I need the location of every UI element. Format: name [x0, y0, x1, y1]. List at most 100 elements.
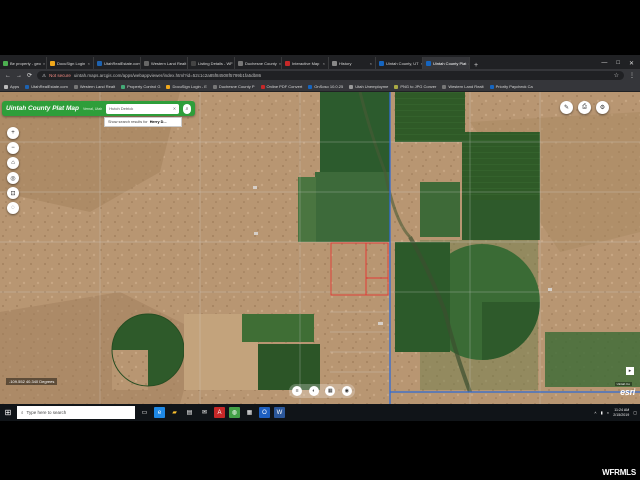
bookmark-item[interactable]: Priority Paycheck Ca — [489, 84, 533, 89]
back-icon[interactable]: ← — [5, 73, 11, 79]
basemap-icon[interactable]: ◐ — [308, 386, 319, 396]
edge-icon[interactable]: e — [154, 407, 165, 418]
grid-icon[interactable]: ▦ — [325, 386, 336, 396]
chevron-up-icon[interactable]: ˄ — [594, 410, 596, 415]
tab-favicon-icon — [238, 60, 243, 66]
wrench-icon[interactable]: ⚙ — [596, 101, 609, 114]
bookmark-label: Duchesne County P — [218, 84, 255, 89]
browser-tab[interactable]: Listing Details - WF× — [188, 57, 235, 69]
search-icon[interactable]: ⌕ — [183, 103, 191, 114]
network-icon[interactable]: ▮ — [601, 410, 603, 415]
eye-icon[interactable]: ◉ — [341, 386, 352, 396]
word-icon[interactable]: W — [274, 407, 285, 418]
bookmark-favicon-icon — [166, 84, 171, 89]
zoom-out-button[interactable]: − — [7, 142, 19, 154]
clock[interactable]: 11:24 AM 2/15/2019 — [613, 408, 629, 418]
maximize-button[interactable]: □ — [616, 60, 620, 67]
bookmark-label: UtahRealEstate.com — [31, 84, 68, 89]
acrobat-icon[interactable]: A — [214, 407, 225, 418]
bookmark-item[interactable]: UtahRealEstate.com — [25, 84, 68, 89]
aerial-imagery[interactable] — [0, 92, 640, 404]
forward-icon[interactable]: → — [16, 73, 22, 79]
my-location-icon[interactable]: ◌ — [7, 202, 19, 214]
notifications-icon[interactable]: ▢ — [633, 410, 637, 415]
bookmark-label: Priority Paycheck Ca — [495, 84, 533, 89]
address-bar-row: ← → ⟳ ⚠ Not secure uintah.maps.arcgis.co… — [0, 69, 640, 82]
bookmark-item[interactable]: Apps — [4, 84, 19, 89]
edit-icon[interactable]: ✎ — [560, 101, 573, 114]
browser-tab[interactable]: Western Land Realt× — [141, 57, 188, 69]
zoom-in-button[interactable]: + — [7, 127, 19, 139]
map-view[interactable]: Uintah County Plat Map Vernal, Utah Hutc… — [0, 92, 640, 404]
tab-label: Uintah County Plat — [433, 60, 467, 66]
bookmark-label: Property Control G — [127, 84, 161, 89]
system-tray: ˄ ▮ ◖ 11:24 AM 2/15/2019 ▢ — [594, 408, 637, 418]
mail-icon[interactable]: ✉ — [199, 407, 210, 418]
search-input[interactable]: Hutch Detrick ✕ — [106, 103, 180, 114]
reload-icon[interactable]: ⟳ — [27, 72, 32, 79]
file-explorer-icon[interactable]: ▰ — [169, 407, 180, 418]
measure-icon[interactable]: ⊡ — [7, 187, 19, 199]
close-button[interactable]: ✕ — [629, 60, 634, 67]
bookmarks-bar: Apps UtahRealEstate.com Western Land Realt… — [0, 82, 640, 92]
bookmark-item[interactable]: Duchesne County P — [212, 84, 255, 89]
browser-tab[interactable]: UtahRealEstate.com× — [94, 57, 141, 69]
new-tab-button[interactable]: + — [470, 62, 482, 69]
url-field[interactable]: ⚠ Not secure uintah.maps.arcgis.com/apps… — [37, 71, 624, 80]
bookmark-item[interactable]: Utah Unemployme — [349, 84, 388, 89]
browser-tab[interactable]: Interactive Map × — [282, 57, 329, 69]
bookmark-item[interactable]: DocuSign Login - E — [166, 84, 207, 89]
bookmark-item[interactable]: Western Land Realt — [442, 84, 484, 89]
bookmark-star-icon[interactable]: ☆ — [614, 72, 619, 79]
calculator-icon[interactable]: ▦ — [244, 407, 255, 418]
bookmark-item[interactable]: Western Land Realt — [73, 84, 115, 89]
bookmark-item[interactable]: Property Control G — [121, 84, 160, 89]
bookmark-favicon-icon — [4, 84, 8, 89]
windows-start-icon[interactable]: ⊞ — [3, 408, 13, 418]
menu-dots-icon[interactable]: ⋮ — [629, 72, 635, 79]
tab-close-icon[interactable]: × — [88, 61, 90, 66]
taskbar: ⊞ ⌕ Type here to search ▭ e ▰ ▤ ✉ A ◍ ▦ … — [0, 404, 640, 421]
attribution-text: Uintah Co — [614, 382, 632, 386]
tab-close-icon[interactable]: × — [279, 61, 281, 66]
browser-tab[interactable]: History × — [329, 57, 376, 69]
layers-icon[interactable]: ≡ — [292, 386, 303, 396]
print-icon[interactable]: ⎙ — [578, 101, 591, 114]
bookmark-favicon-icon — [25, 84, 30, 89]
search-suggestion[interactable]: Show search results for Herry D... — [104, 117, 182, 127]
tab-favicon-icon — [144, 60, 149, 66]
url-text: uintah.maps.arcgis.com/apps/webappviewer… — [73, 73, 262, 78]
browser-tab[interactable]: Be property - geo × — [0, 57, 47, 69]
tab-favicon-icon — [3, 60, 8, 66]
browser-tab-bar: Be property - geo × DocuSign Login × UtahRea… — [0, 55, 640, 69]
browser-tab[interactable]: DocuSign Login × — [47, 57, 94, 69]
clear-icon[interactable]: ✕ — [173, 106, 176, 111]
app-title: Uintah County Plat Map — [6, 105, 79, 112]
tab-close-icon[interactable]: × — [43, 61, 45, 66]
suggestion-prefix: Show search results for — [108, 120, 148, 124]
chrome-icon[interactable]: ◍ — [229, 407, 240, 418]
minimize-button[interactable]: — — [601, 60, 607, 67]
bookmark-favicon-icon — [308, 84, 313, 89]
bookmark-item[interactable]: Online PDF Convert — [260, 84, 302, 89]
tab-close-icon[interactable]: × — [370, 61, 372, 66]
browser-tab[interactable]: Uintah County, UT × — [376, 57, 423, 69]
tab-close-icon[interactable]: × — [323, 61, 325, 66]
locate-icon[interactable]: ◎ — [7, 172, 19, 184]
outlook-icon[interactable]: O — [259, 407, 270, 418]
mls-watermark: WFRMLS — [602, 468, 636, 477]
tab-favicon-icon — [285, 60, 290, 66]
browser-tab[interactable]: Duchesne County × — [235, 57, 282, 69]
overview-toggle-icon[interactable]: ▸ — [626, 367, 634, 375]
bookmark-item[interactable]: OnSoso 10.0.25 — [308, 84, 343, 89]
search-icon: ⌕ — [21, 410, 24, 415]
taskbar-search-input[interactable]: ⌕ Type here to search — [17, 406, 135, 419]
browser-tab[interactable]: Uintah County Plat× — [423, 57, 470, 69]
bookmark-item[interactable]: PNG to JPG Conver — [394, 84, 436, 89]
task-view-icon[interactable]: ▭ — [139, 407, 150, 418]
home-icon[interactable]: ⌂ — [7, 157, 19, 169]
store-icon[interactable]: ▤ — [184, 407, 195, 418]
bookmark-label: Western Land Realt — [448, 84, 484, 89]
volume-icon[interactable]: ◖ — [607, 410, 609, 415]
tab-label: Be property - geo — [10, 60, 41, 66]
